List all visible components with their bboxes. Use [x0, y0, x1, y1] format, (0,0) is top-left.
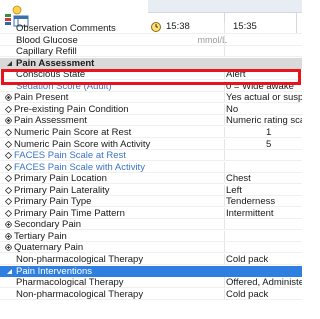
row-observation-comments[interactable]: Observation Comments	[0, 23, 302, 34]
row-non-pharm-therapy-1[interactable]: Non-pharmacological Therapy Cold pack	[0, 254, 302, 265]
row-primary-pain-time-pattern[interactable]: Primary Pain Time Pattern Intermittent	[0, 207, 302, 219]
row-pain-assessment-section[interactable]: Pain Assessment	[0, 57, 302, 69]
row-faces-pain-rest[interactable]: FACES Pain Scale at Rest	[0, 150, 302, 162]
row-gridline	[0, 298, 302, 300]
row-primary-pain-laterality[interactable]: Primary Pain Laterality Left	[0, 184, 302, 196]
required-diamond-icon	[5, 94, 12, 102]
row-pain-assessment[interactable]: Pain AssessmentNumeric rating scale	[0, 115, 302, 127]
row-primary-pain-location[interactable]: Primary Pain Location Chest	[0, 173, 302, 185]
required-diamond-icon	[5, 117, 12, 125]
row-capillary-refill[interactable]: Capillary Refill	[0, 46, 302, 58]
row-pain-present[interactable]: Pain PresentYes actual or suspected	[0, 92, 302, 104]
row-label: Pain Interventions	[16, 265, 93, 277]
row-pain-interventions-section[interactable]: Pain Interventions	[0, 265, 302, 277]
row-numeric-pain-rest[interactable]: Numeric Pain Score at Rest 1	[0, 126, 302, 138]
row-quaternary-pain[interactable]: Quaternary Pain	[0, 242, 302, 254]
row-secondary-pain[interactable]: Secondary Pain	[0, 219, 302, 231]
collapse-triangle-icon[interactable]	[6, 60, 13, 67]
row-non-pharm-therapy-2[interactable]: Non-pharmacological Therapy Cold pack	[0, 288, 302, 300]
diamond-icon	[5, 152, 12, 160]
diamond-icon	[5, 186, 12, 194]
diamond-icon	[5, 163, 12, 171]
highlight-box	[1, 69, 301, 85]
row-label: Pain Assessment	[16, 57, 95, 69]
row-primary-pain-type[interactable]: Primary Pain Type Tenderness	[0, 196, 302, 208]
row-tertiary-pain[interactable]: Tertiary Pain	[0, 230, 302, 242]
diamond-icon	[5, 198, 12, 206]
diamond-icon	[5, 128, 12, 136]
flowsheet-root: 15:38 15:35 Observation Comments Blood Gl…	[0, 0, 302, 319]
collapse-triangle-icon[interactable]	[6, 268, 13, 275]
row-faces-pain-activity[interactable]: FACES Pain Scale with Activity	[0, 161, 302, 173]
expand-diamond-icon	[5, 244, 12, 252]
row-pharmacological-therapy[interactable]: Pharmacological Therapy Offered, Administ…	[0, 277, 302, 289]
diamond-icon	[5, 140, 12, 148]
row-pre-existing-pain[interactable]: Pre-existing Pain Condition No	[0, 103, 302, 115]
expand-diamond-icon	[5, 221, 12, 229]
header-band	[148, 0, 302, 13]
row-numeric-pain-activity[interactable]: Numeric Pain Score with Activity 5	[0, 138, 302, 150]
diamond-icon	[5, 105, 12, 113]
diamond-icon	[5, 175, 12, 183]
row-blood-glucose[interactable]: Blood Glucose mmol/L	[0, 34, 302, 46]
diamond-icon	[5, 209, 12, 217]
expand-diamond-icon	[5, 232, 12, 240]
